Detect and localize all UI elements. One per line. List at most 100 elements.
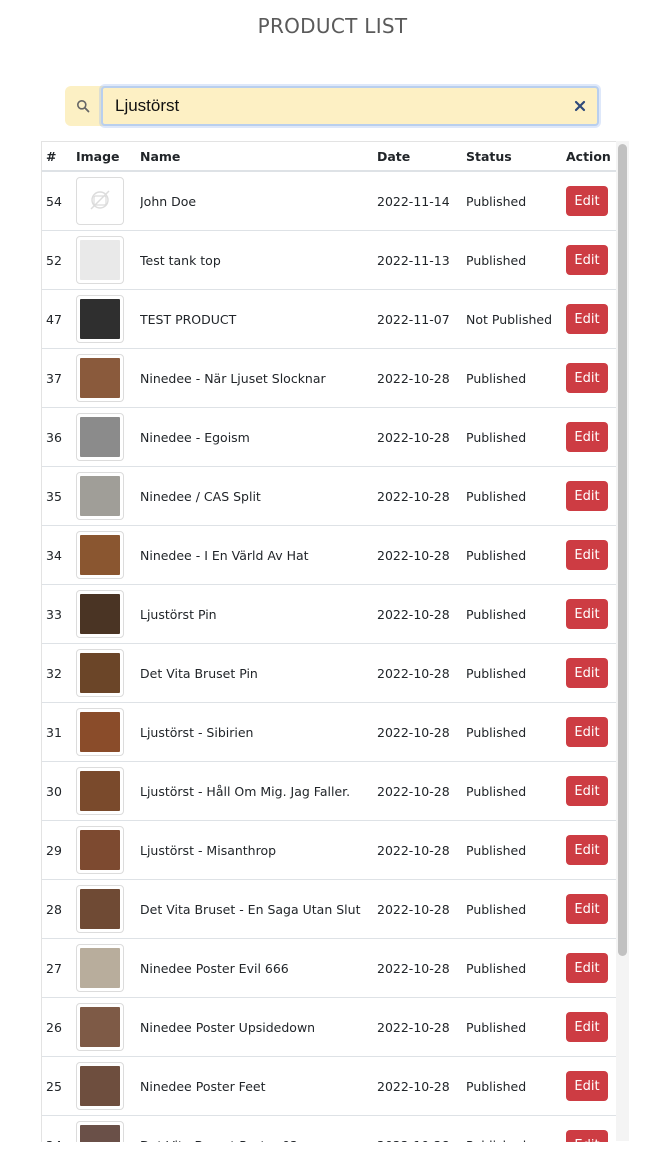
product-id: 26 — [42, 997, 76, 1057]
product-id: 47 — [42, 289, 76, 349]
product-action-cell: Edit — [566, 1115, 616, 1142]
edit-button[interactable]: Edit — [566, 894, 608, 924]
table-row: 27 Ninedee Poster Evil 666 2022-10-28 Publi… — [42, 938, 616, 998]
product-image-cell — [76, 289, 140, 349]
product-name: Test tank top — [140, 230, 377, 290]
product-date: 2022-10-28 — [377, 997, 466, 1057]
product-image-cell — [76, 584, 140, 644]
product-image-cell — [76, 761, 140, 821]
product-action-cell: Edit — [566, 230, 616, 290]
product-thumbnail — [76, 885, 124, 933]
scrollbar-thumb[interactable] — [618, 144, 627, 956]
search-icon[interactable] — [65, 86, 101, 126]
product-thumbnail — [76, 826, 124, 874]
product-image-cell — [76, 348, 140, 408]
product-name: TEST PRODUCT — [140, 289, 377, 349]
product-date: 2022-10-28 — [377, 525, 466, 585]
product-date: 2022-10-28 — [377, 348, 466, 408]
product-table-body: 54 John Doe 2022-11-14 Published Edit 52 Test … — [42, 171, 616, 1142]
product-thumbnail — [76, 354, 124, 402]
edit-button[interactable]: Edit — [566, 1012, 608, 1042]
product-name: Ninedee Poster Evil 666 — [140, 938, 377, 998]
page-title: PRODUCT LIST — [257, 14, 408, 38]
clear-search-button[interactable] — [563, 89, 597, 123]
product-id: 35 — [42, 466, 76, 526]
product-thumbnail — [76, 1121, 124, 1142]
product-thumbnail — [76, 1062, 124, 1110]
product-image-cell — [76, 938, 140, 998]
product-id: 52 — [42, 230, 76, 290]
product-date: 2022-10-28 — [377, 702, 466, 762]
product-id: 24 — [42, 1115, 76, 1142]
product-name: John Doe — [140, 171, 377, 231]
product-action-cell: Edit — [566, 643, 616, 703]
product-photo — [80, 240, 120, 280]
product-table: # Image Name Date Status Action 54 John D… — [42, 142, 616, 1142]
product-status: Published — [466, 466, 566, 526]
product-id: 36 — [42, 407, 76, 467]
product-thumbnail — [76, 295, 124, 343]
product-status: Not Published — [466, 289, 566, 349]
edit-button[interactable]: Edit — [566, 599, 608, 629]
edit-button[interactable]: Edit — [566, 363, 608, 393]
product-thumbnail — [76, 413, 124, 461]
product-image-cell — [76, 643, 140, 703]
table-row: 29 Ljustörst - Misanthrop 2022-10-28 Publis… — [42, 820, 616, 880]
product-image-cell — [76, 466, 140, 526]
product-status: Published — [466, 702, 566, 762]
product-status: Published — [466, 938, 566, 998]
product-image-cell — [76, 1056, 140, 1116]
edit-button[interactable]: Edit — [566, 481, 608, 511]
product-image-cell — [76, 171, 140, 231]
table-row: 54 John Doe 2022-11-14 Published Edit — [42, 171, 616, 231]
product-status: Published — [466, 348, 566, 408]
edit-button[interactable]: Edit — [566, 186, 608, 216]
product-date: 2022-11-07 — [377, 289, 466, 349]
edit-button[interactable]: Edit — [566, 245, 608, 275]
column-header-image: Image — [76, 142, 140, 172]
edit-button[interactable]: Edit — [566, 658, 608, 688]
search-input[interactable] — [115, 91, 563, 121]
edit-button[interactable]: Edit — [566, 953, 608, 983]
product-status: Published — [466, 997, 566, 1057]
table-row: 26 Ninedee Poster Upsidedown 2022-10-28 Pub… — [42, 997, 616, 1057]
table-row: 33 Ljustörst Pin 2022-10-28 Published Edit — [42, 584, 616, 644]
edit-button[interactable]: Edit — [566, 304, 608, 334]
product-photo — [80, 948, 120, 988]
product-action-cell: Edit — [566, 879, 616, 939]
product-date: 2022-10-28 — [377, 466, 466, 526]
product-image-cell — [76, 407, 140, 467]
product-photo — [80, 299, 120, 339]
product-photo — [80, 476, 120, 516]
edit-button[interactable]: Edit — [566, 776, 608, 806]
product-image-cell — [76, 997, 140, 1057]
product-id: 31 — [42, 702, 76, 762]
product-photo — [80, 1125, 120, 1142]
column-header-status: Status — [466, 142, 566, 172]
table-row: 32 Det Vita Bruset Pin 2022-10-28 Published… — [42, 643, 616, 703]
product-action-cell: Edit — [566, 171, 616, 231]
product-photo — [80, 594, 120, 634]
product-action-cell: Edit — [566, 997, 616, 1057]
product-action-cell: Edit — [566, 407, 616, 467]
edit-button[interactable]: Edit — [566, 717, 608, 747]
edit-button[interactable]: Edit — [566, 1130, 608, 1142]
edit-button[interactable]: Edit — [566, 1071, 608, 1101]
product-photo — [80, 1007, 120, 1047]
table-row: 31 Ljustörst - Sibirien 2022-10-28 Publishe… — [42, 702, 616, 762]
product-date: 2022-10-28 — [377, 1115, 466, 1142]
product-thumbnail — [76, 767, 124, 815]
edit-button[interactable]: Edit — [566, 540, 608, 570]
edit-button[interactable]: Edit — [566, 835, 608, 865]
product-status: Published — [466, 230, 566, 290]
product-photo — [80, 771, 120, 811]
product-name: Ninedee Poster Feet — [140, 1056, 377, 1116]
product-thumbnail — [76, 590, 124, 638]
product-action-cell: Edit — [566, 938, 616, 998]
product-status: Published — [466, 820, 566, 880]
product-status: Published — [466, 584, 566, 644]
table-row: 35 Ninedee / CAS Split 2022-10-28 Published… — [42, 466, 616, 526]
edit-button[interactable]: Edit — [566, 422, 608, 452]
product-photo — [80, 830, 120, 870]
product-name: Ljustörst Pin — [140, 584, 377, 644]
